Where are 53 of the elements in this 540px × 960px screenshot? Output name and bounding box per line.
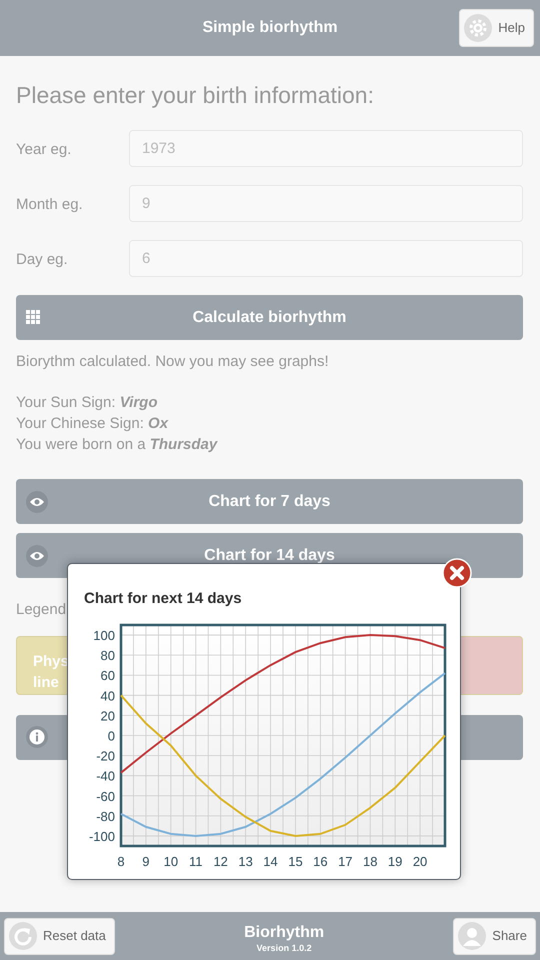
x-tick-label: 9	[142, 854, 150, 868]
footer-title: Biorhythm	[244, 924, 324, 942]
x-tick-label: 20	[412, 854, 428, 868]
x-tick-label: 12	[213, 854, 228, 868]
y-tick-label: 20	[100, 708, 115, 723]
legend-label: Legend	[16, 600, 66, 620]
eye-icon	[26, 544, 48, 566]
y-tick-label: -40	[96, 768, 115, 784]
x-tick-label: 19	[388, 854, 402, 868]
field-label: Day eg.	[16, 250, 69, 270]
input-field[interactable]: 6	[129, 240, 523, 276]
person-icon	[458, 922, 486, 950]
y-tick-label: -80	[96, 808, 115, 824]
refresh-icon	[9, 922, 37, 950]
input-field[interactable]: 9	[129, 184, 523, 222]
eye-icon	[26, 490, 48, 512]
y-tick-label: -100	[88, 828, 115, 844]
x-tick-label: 14	[263, 854, 278, 868]
y-tick-label: 40	[100, 688, 115, 703]
y-tick-label: 80	[100, 648, 115, 663]
share-button[interactable]: Share	[453, 918, 536, 954]
info-line: Your Sun Sign: Virgo	[16, 393, 158, 413]
info-line: Your Chinese Sign: Ox	[16, 414, 170, 434]
grid-icon	[26, 310, 40, 324]
reset-button[interactable]: Reset data	[4, 918, 115, 954]
status-message: Biorythm calculated. Now you may see graphs!	[16, 352, 330, 372]
close-button[interactable]	[442, 558, 472, 588]
info-icon	[26, 726, 48, 748]
y-tick-label: 60	[100, 668, 115, 683]
x-tick-label: 17	[338, 854, 353, 868]
y-tick-label: 0	[108, 728, 115, 743]
x-tick-label: 11	[189, 854, 203, 868]
settings-icon	[464, 14, 492, 42]
y-tick-label: 100	[93, 628, 115, 643]
x-tick-label: 18	[363, 854, 378, 868]
chart-title: Chart for next 14 days	[84, 589, 243, 609]
info-line: You were born on a Thursday	[16, 435, 219, 455]
x-tick-label: 15	[288, 854, 303, 868]
x-tick-label: 8	[117, 854, 125, 868]
input-field[interactable]: 1973	[129, 130, 523, 166]
version-text: Version 1.0.2	[256, 942, 312, 956]
legend-text: line	[33, 672, 59, 692]
y-tick-label: -20	[96, 748, 115, 764]
x-tick-label: 16	[313, 854, 328, 868]
x-tick-label: 10	[164, 854, 178, 868]
form-heading: Please enter your birth information:	[16, 81, 375, 110]
y-tick-label: -60	[96, 788, 115, 804]
help-button[interactable]: Help	[459, 9, 534, 47]
legend-text: Phys	[33, 652, 69, 672]
x-tick-label: 13	[238, 854, 253, 868]
field-label: Year eg.	[16, 140, 72, 160]
app-title: Simple biorhythm	[202, 18, 338, 38]
field-label: Month eg.	[16, 194, 84, 214]
